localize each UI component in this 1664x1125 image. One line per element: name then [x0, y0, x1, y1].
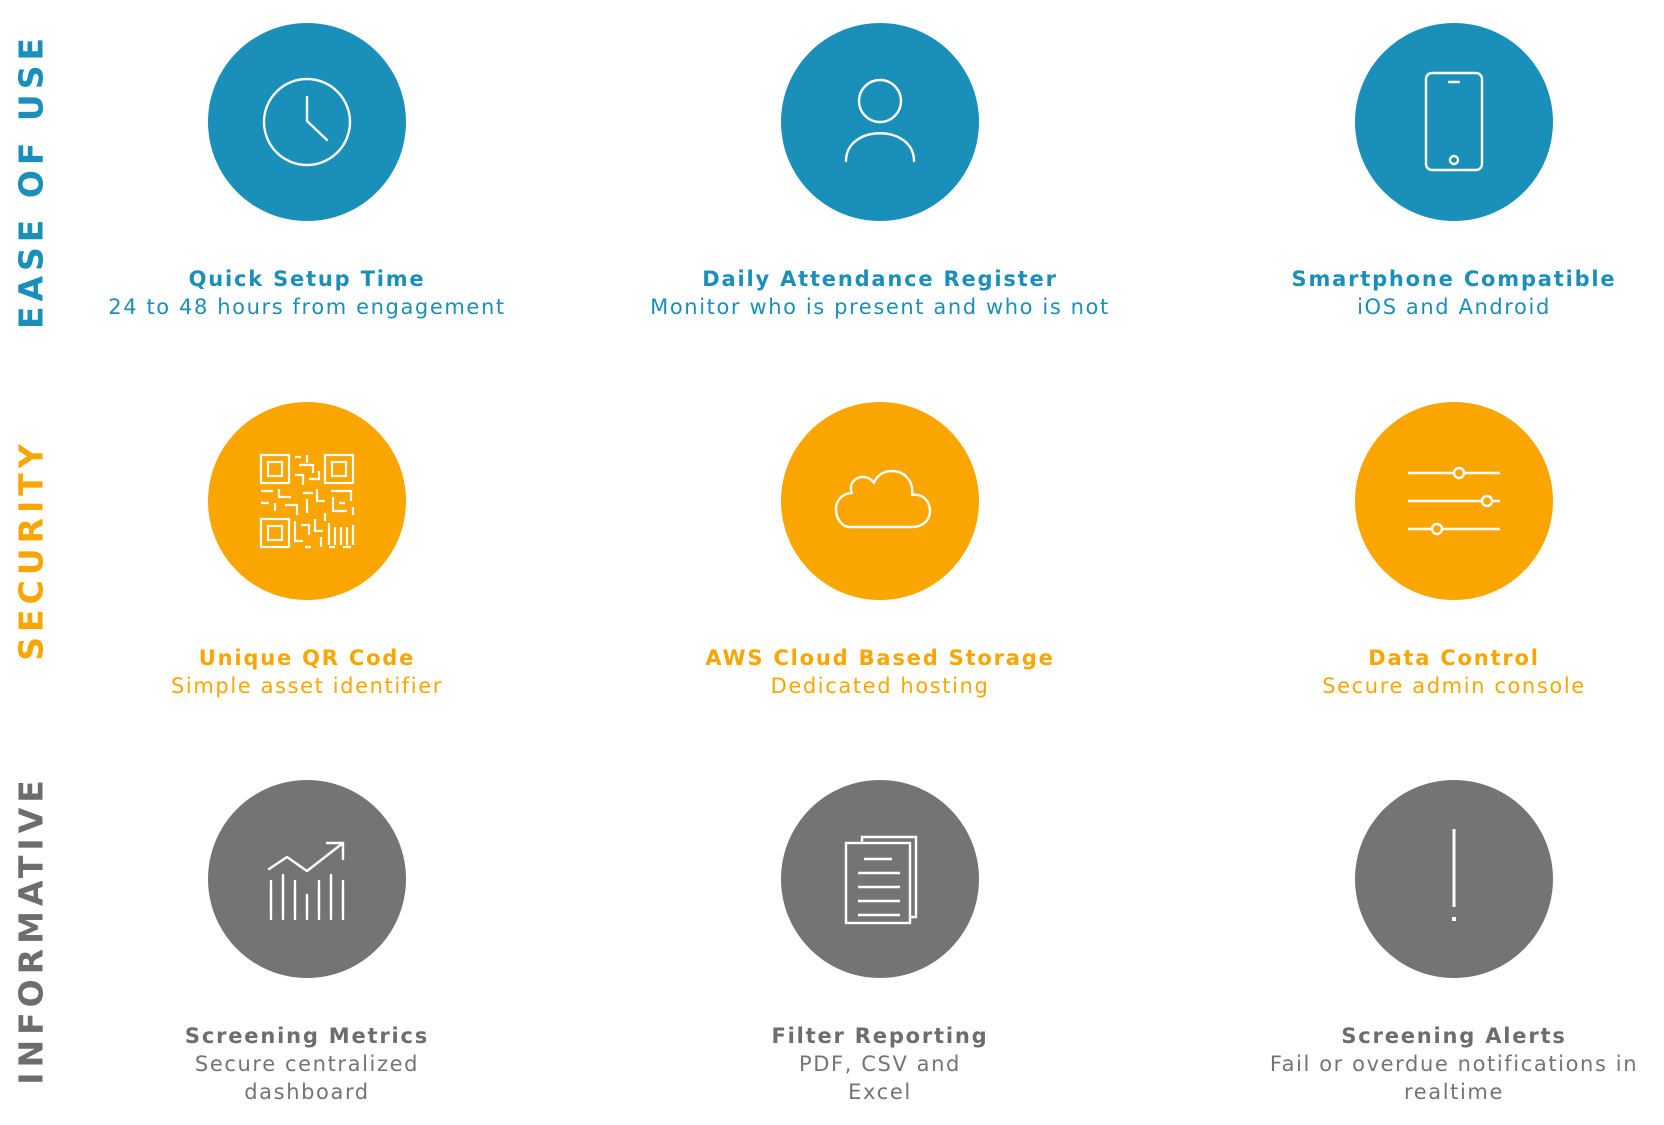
feature-title: Unique QR Code [198, 646, 416, 670]
feature-subtitle: 24 to 48 hours from engagement [108, 295, 506, 319]
feature-title: Smartphone Compatible [1291, 267, 1617, 291]
user-icon [844, 78, 916, 163]
feature-daily-attendance-register: Daily Attendance Register Monitor who is… [600, 23, 1160, 321]
chart-trend-icon [267, 841, 345, 921]
feature-aws-cloud-based-storage: AWS Cloud Based Storage Dedicated hostin… [600, 402, 1160, 700]
feature-icon-circle [208, 402, 406, 600]
feature-title: Screening Alerts [1341, 1024, 1567, 1048]
qr-code-icon [259, 453, 355, 549]
feature-smartphone-compatible: Smartphone Compatible iOS and Android [1174, 23, 1664, 321]
feature-title: Filter Reporting [771, 1024, 989, 1048]
feature-icon-circle [781, 780, 979, 978]
feature-subtitle: Simple asset identifier [170, 674, 443, 698]
feature-icon-circle [208, 23, 406, 221]
feature-data-control: Data Control Secure admin console [1174, 402, 1664, 700]
feature-icon-circle [208, 780, 406, 978]
feature-title: AWS Cloud Based Storage [705, 646, 1055, 670]
feature-subtitle: Fail or overdue notifications in realtim… [1269, 1052, 1639, 1104]
sliders-icon [1408, 466, 1500, 536]
feature-subtitle: Dedicated hosting [770, 674, 990, 698]
feature-screening-metrics: Screening Metrics Secure centralized das… [27, 780, 587, 1106]
feature-quick-setup-time: Quick Setup Time 24 to 48 hours from eng… [27, 23, 587, 321]
feature-filter-reporting: Filter Reporting PDF, CSV and Excel [600, 780, 1160, 1106]
feature-unique-qr-code: Unique QR Code Simple asset identifier [27, 402, 587, 700]
feature-subtitle: iOS and Android [1357, 295, 1551, 319]
documents-icon [844, 835, 918, 925]
feature-subtitle: Monitor who is present and who is not [650, 295, 1110, 319]
cloud-icon [834, 469, 932, 529]
feature-icon-circle [1355, 23, 1553, 221]
feature-title: Screening Metrics [184, 1024, 430, 1048]
feature-icon-circle [1355, 780, 1553, 978]
feature-subtitle: Secure centralized dashboard [194, 1052, 420, 1104]
feature-title: Quick Setup Time [188, 267, 426, 291]
smartphone-icon [1424, 71, 1484, 172]
feature-screening-alerts: Screening Alerts Fail or overdue notific… [1174, 780, 1664, 1106]
feature-title: Daily Attendance Register [702, 267, 1058, 291]
feature-icon-circle [781, 402, 979, 600]
feature-title: Data Control [1368, 646, 1540, 670]
feature-icon-circle [1355, 402, 1553, 600]
feature-subtitle: PDF, CSV and Excel [798, 1052, 961, 1104]
feature-subtitle: Secure admin console [1322, 674, 1586, 698]
feature-icon-circle [781, 23, 979, 221]
clock-icon [262, 77, 352, 167]
alert-icon [1452, 829, 1456, 921]
